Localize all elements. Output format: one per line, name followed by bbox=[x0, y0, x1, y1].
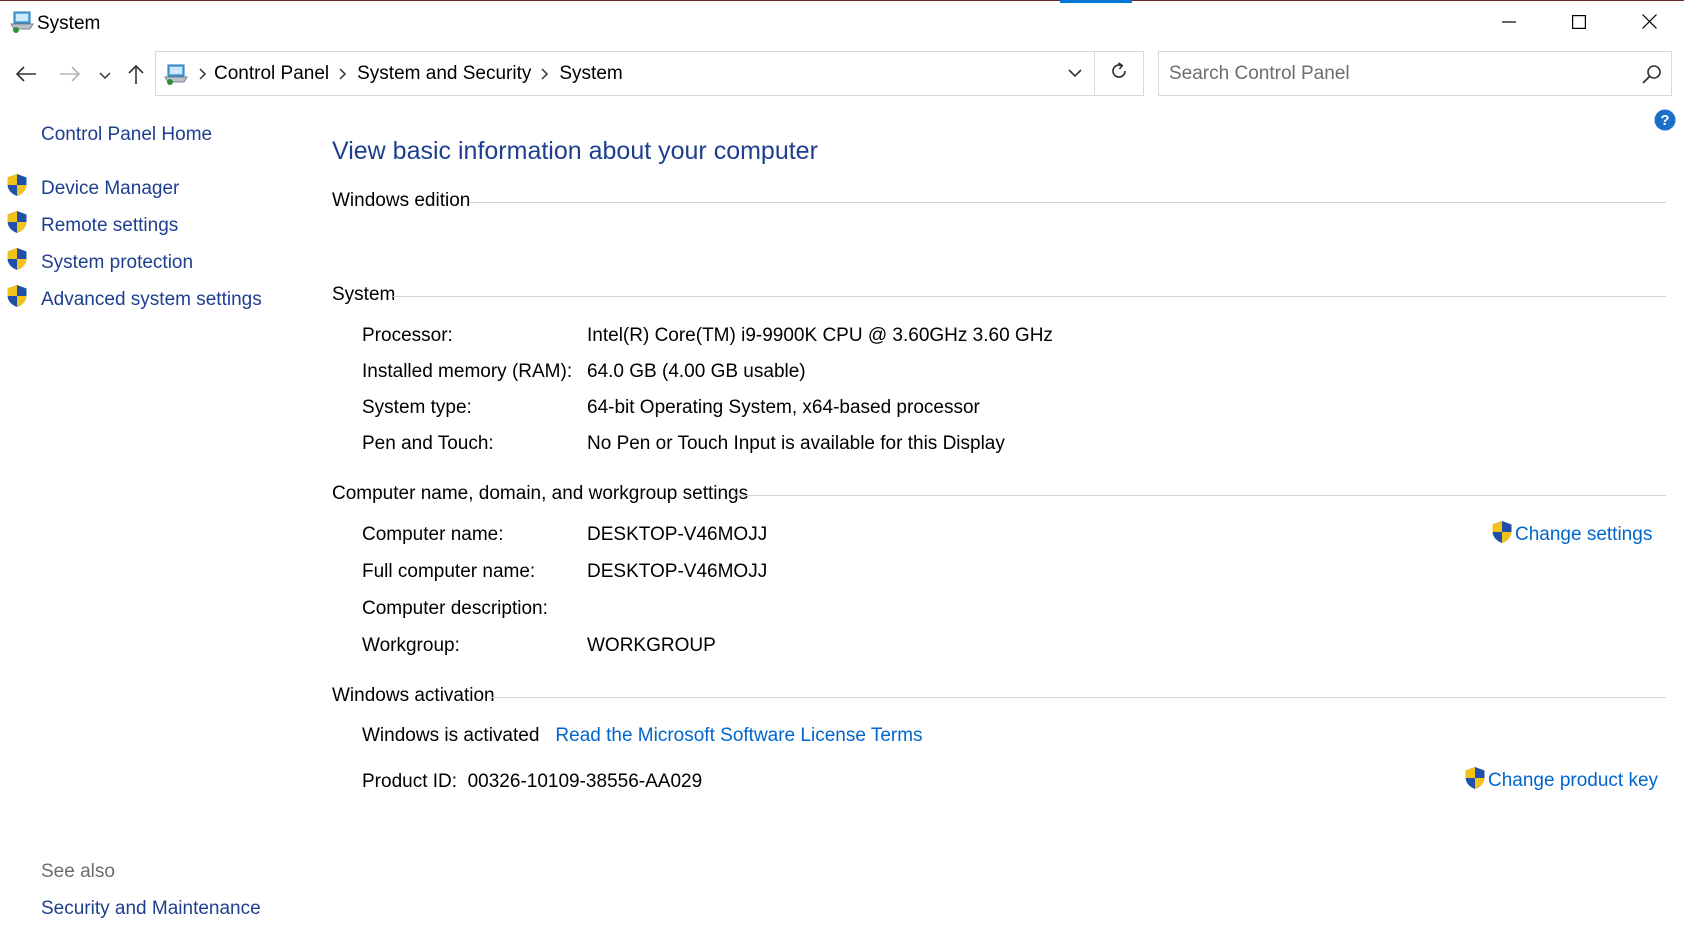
processor-label: Processor: bbox=[362, 325, 453, 346]
activation-status: Windows is activated bbox=[362, 725, 540, 746]
uac-shield-icon bbox=[6, 210, 28, 234]
back-arrow-icon bbox=[15, 65, 37, 88]
chevron-right-icon[interactable] bbox=[329, 67, 357, 80]
change-settings-label[interactable]: Change settings bbox=[1515, 524, 1652, 546]
forward-arrow-icon bbox=[59, 65, 81, 88]
workgroup-value: WORKGROUP bbox=[587, 635, 716, 656]
section-divider bbox=[489, 697, 1666, 698]
svg-text:?: ? bbox=[1660, 112, 1669, 129]
windows-activation-heading: Windows activation bbox=[332, 685, 495, 706]
security-and-maintenance-link[interactable]: Security and Maintenance bbox=[41, 898, 261, 920]
installed-memory-value: 64.0 GB (4.00 GB usable) bbox=[587, 361, 806, 382]
minimize-button[interactable] bbox=[1474, 1, 1544, 47]
close-button[interactable] bbox=[1614, 1, 1684, 47]
chevron-down-icon bbox=[99, 67, 111, 85]
product-id-value: 00326-10109-38556-AA029 bbox=[467, 771, 703, 792]
close-icon bbox=[1641, 14, 1657, 34]
pen-and-touch-label: Pen and Touch: bbox=[362, 433, 494, 454]
up-button[interactable] bbox=[122, 61, 150, 91]
breadcrumb-control-panel[interactable]: Control Panel bbox=[214, 63, 329, 85]
maximize-icon bbox=[1572, 14, 1587, 34]
installed-memory-label: Installed memory (RAM): bbox=[362, 361, 573, 382]
uac-shield-icon bbox=[1464, 766, 1488, 796]
breadcrumb-system-and-security[interactable]: System and Security bbox=[357, 63, 531, 85]
system-type-value: 64-bit Operating System, x64-based proce… bbox=[587, 397, 980, 418]
minimize-icon bbox=[1502, 15, 1516, 34]
section-divider bbox=[734, 495, 1666, 496]
change-product-key-link[interactable]: Change product key bbox=[1464, 766, 1658, 796]
product-id-label: Product ID: bbox=[362, 771, 458, 792]
search-box[interactable] bbox=[1158, 51, 1672, 96]
uac-shield-icon bbox=[1491, 520, 1515, 550]
search-icon[interactable] bbox=[1641, 63, 1663, 85]
refresh-button[interactable] bbox=[1095, 51, 1144, 96]
change-settings-link[interactable]: Change settings bbox=[1491, 520, 1652, 550]
window-title: System bbox=[37, 13, 101, 34]
address-history-dropdown[interactable] bbox=[1056, 52, 1094, 95]
uac-shield-icon bbox=[6, 173, 28, 197]
back-button[interactable] bbox=[10, 61, 42, 91]
full-computer-name-label: Full computer name: bbox=[362, 561, 536, 582]
chevron-right-icon[interactable] bbox=[192, 67, 214, 80]
address-bar[interactable]: Control Panel System and Security System bbox=[155, 51, 1095, 96]
change-product-key-label[interactable]: Change product key bbox=[1488, 770, 1658, 792]
section-divider bbox=[393, 296, 1666, 297]
computer-description-label: Computer description: bbox=[362, 598, 548, 619]
system-type-label: System type: bbox=[362, 397, 472, 418]
pen-and-touch-value: No Pen or Touch Input is available for t… bbox=[587, 433, 1005, 454]
control-panel-home-link[interactable]: Control Panel Home bbox=[41, 124, 212, 146]
see-also-heading: See also bbox=[41, 861, 115, 882]
computer-name-heading: Computer name, domain, and workgroup set… bbox=[332, 483, 749, 504]
system-heading: System bbox=[332, 284, 396, 305]
computer-name-value: DESKTOP-V46MOJJ bbox=[587, 524, 768, 545]
sidebar-item-device-manager[interactable]: Device Manager bbox=[41, 178, 179, 200]
breadcrumb: Control Panel System and Security System bbox=[192, 52, 623, 95]
computer-name-label: Computer name: bbox=[362, 524, 504, 545]
processor-value: Intel(R) Core(TM) i9-9900K CPU @ 3.60GHz… bbox=[587, 325, 1053, 346]
control-panel-icon bbox=[164, 63, 188, 85]
recent-locations-button[interactable] bbox=[96, 63, 114, 89]
system-window: System Control Panel System and Security… bbox=[0, 0, 1684, 952]
license-terms-link[interactable]: Read the Microsoft Software License Term… bbox=[555, 725, 922, 746]
section-divider bbox=[469, 202, 1666, 203]
product-id-row: Product ID: 00326-10109-38556-AA029 bbox=[362, 771, 702, 793]
forward-button[interactable] bbox=[54, 61, 86, 91]
help-icon[interactable]: ? bbox=[1654, 109, 1676, 131]
title-bar[interactable]: System bbox=[0, 1, 1684, 47]
page-title: View basic information about your comput… bbox=[332, 137, 818, 165]
refresh-icon bbox=[1109, 61, 1129, 86]
windows-edition-heading: Windows edition bbox=[332, 190, 471, 211]
activation-row: Windows is activated Read the Microsoft S… bbox=[362, 725, 923, 747]
uac-shield-icon bbox=[6, 247, 28, 271]
system-computer-icon bbox=[10, 11, 34, 33]
search-input[interactable] bbox=[1159, 52, 1619, 95]
chevron-right-icon[interactable] bbox=[531, 67, 559, 80]
chevron-down-icon bbox=[1068, 65, 1082, 83]
uac-shield-icon bbox=[6, 284, 28, 308]
sidebar-item-remote-settings[interactable]: Remote settings bbox=[41, 215, 178, 237]
workgroup-label: Workgroup: bbox=[362, 635, 460, 656]
full-computer-name-value: DESKTOP-V46MOJJ bbox=[587, 561, 768, 582]
maximize-button[interactable] bbox=[1544, 1, 1614, 47]
sidebar-item-system-protection[interactable]: System protection bbox=[41, 252, 193, 274]
breadcrumb-system[interactable]: System bbox=[559, 63, 622, 85]
sidebar-item-advanced-system-settings[interactable]: Advanced system settings bbox=[41, 289, 262, 311]
up-arrow-icon bbox=[127, 63, 145, 90]
